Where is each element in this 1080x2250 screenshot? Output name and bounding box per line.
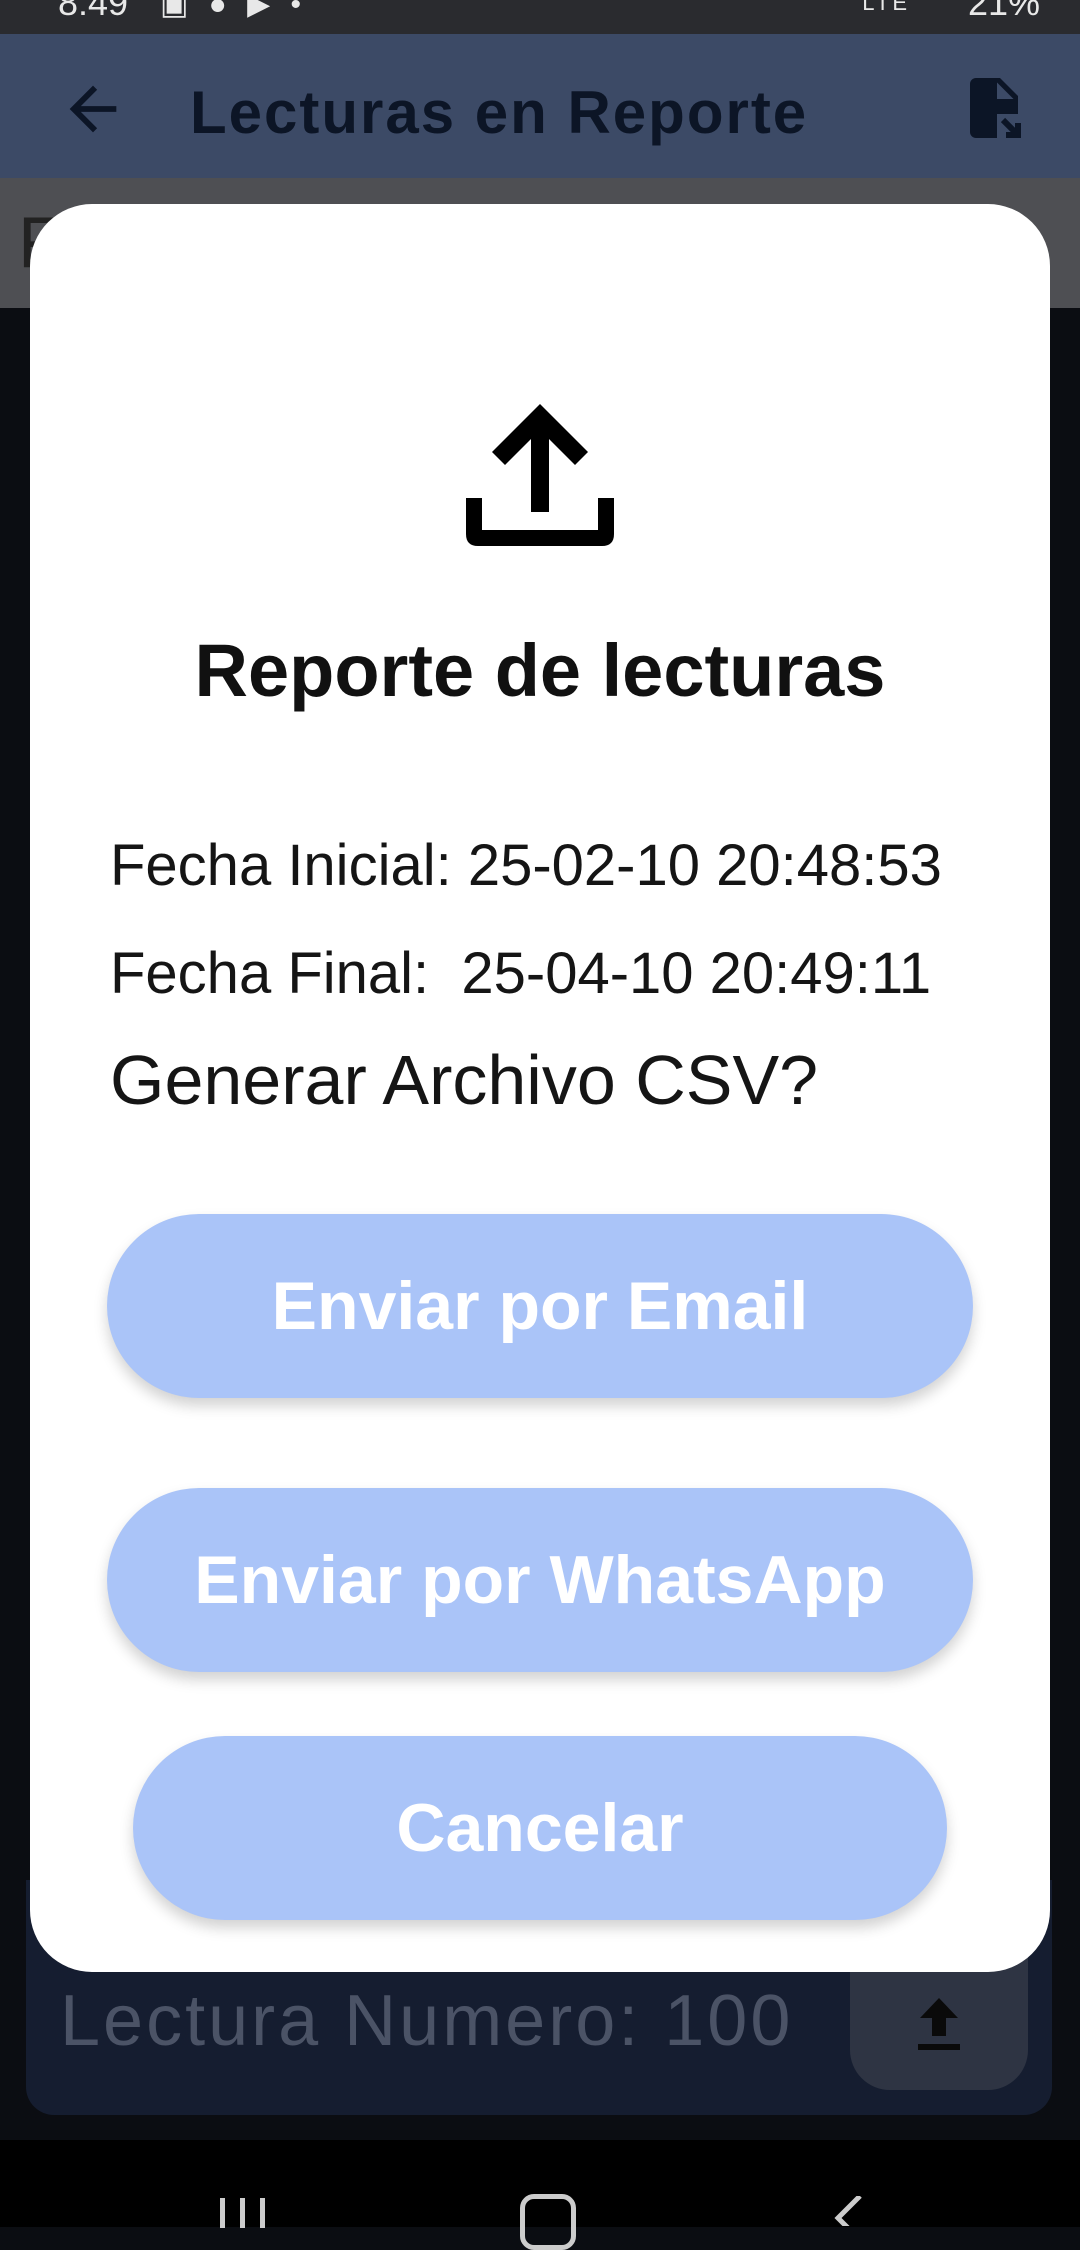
home-icon[interactable] — [520, 2194, 576, 2250]
notification-icons: ▣ ● ▶ • — [160, 0, 308, 21]
report-dialog: Reporte de lecturas Fecha Inicial: 25-02… — [30, 204, 1050, 1972]
app-bar: Lecturas en Reporte — [0, 34, 1080, 178]
end-date: Fecha Final: 25-04-10 20:49:11 — [110, 941, 932, 1006]
dialog-title: Reporte de lecturas — [194, 629, 886, 712]
battery-level: 21% — [967, 0, 1040, 23]
csv-question: Generar Archivo CSV? — [110, 1041, 819, 1119]
nav-back-icon[interactable] — [830, 2196, 866, 2226]
send-whatsapp-button[interactable]: Enviar por WhatsApp — [107, 1488, 973, 1672]
upload-icon — [466, 404, 614, 546]
send-email-button[interactable]: Enviar por Email — [107, 1214, 973, 1398]
recent-apps-icon[interactable] — [218, 2198, 268, 2228]
upload-small-icon — [918, 1998, 960, 2050]
system-nav-bar — [0, 2140, 1080, 2250]
back-arrow-icon[interactable] — [58, 74, 128, 144]
reading-label: Lectura Numero: 100 — [60, 1981, 794, 2061]
cancel-button[interactable]: Cancelar — [133, 1736, 947, 1920]
file-export-icon[interactable] — [958, 72, 1030, 144]
start-date: Fecha Inicial: 25-02-10 20:48:53 — [110, 833, 942, 898]
status-time: 8:49 — [58, 0, 129, 23]
network-type: LTE — [862, 0, 910, 15]
page-title: Lecturas en Reporte — [190, 79, 809, 146]
status-bar: 8:49 ▣ ● ▶ • LTE 21% — [0, 0, 1080, 34]
